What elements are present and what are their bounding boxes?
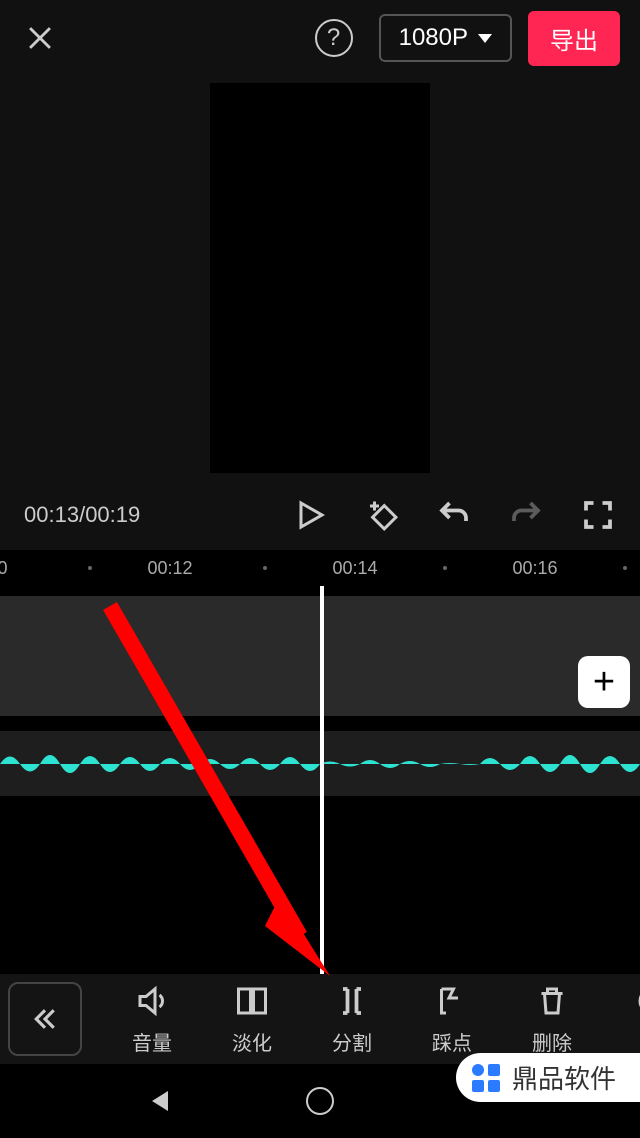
tool-label: 音量 (132, 1027, 172, 1056)
resolution-selector[interactable]: 1080P (379, 14, 512, 62)
watermark-logo-icon (468, 1060, 504, 1096)
delete-icon (534, 983, 570, 1019)
resolution-label: 1080P (399, 24, 468, 52)
help-icon[interactable]: ? (315, 19, 353, 57)
tool-label: 删除 (532, 1027, 572, 1056)
tool-split[interactable]: 分割 (302, 983, 402, 1056)
close-button[interactable] (20, 21, 60, 55)
video-frame (210, 83, 430, 473)
timecode: 00:13/00:19 (24, 502, 140, 528)
timeline-ruler[interactable]: 0:10 00:12 00:14 00:16 (0, 550, 640, 586)
tool-beat[interactable]: 踩点 (402, 983, 502, 1056)
tool-transform[interactable]: 变 (602, 983, 640, 1056)
tool-fade[interactable]: 淡化 (202, 983, 302, 1056)
nav-home[interactable] (240, 1087, 400, 1115)
keyframe-button[interactable] (364, 497, 400, 533)
ruler-mark: 0:10 (0, 558, 8, 579)
tool-label: 淡化 (232, 1027, 272, 1056)
chevron-down-icon (478, 34, 492, 43)
watermark-text: 鼎品软件 (512, 1059, 616, 1096)
timeline[interactable]: + (0, 586, 640, 978)
transform-icon (634, 983, 640, 1019)
export-button[interactable]: 导出 (528, 11, 620, 66)
play-button[interactable] (292, 497, 328, 533)
split-icon (334, 983, 370, 1019)
tool-items: 音量 淡化 分割 踩点 删除 变 (82, 983, 640, 1056)
bottom-toolbar: 音量 淡化 分割 踩点 删除 变 (0, 974, 640, 1064)
ruler-dot (263, 566, 267, 570)
collapse-toolbar-button[interactable] (8, 982, 82, 1056)
undo-button[interactable] (436, 497, 472, 533)
nav-back[interactable] (80, 1091, 240, 1111)
tool-label: 分割 (332, 1027, 372, 1056)
ruler-dot (88, 566, 92, 570)
playhead[interactable] (320, 586, 324, 978)
add-clip-button[interactable]: + (578, 656, 630, 708)
tool-volume[interactable]: 音量 (102, 983, 202, 1056)
fade-icon (234, 983, 270, 1019)
ruler-mark: 00:12 (147, 558, 192, 579)
redo-button[interactable] (508, 497, 544, 533)
volume-icon (134, 983, 170, 1019)
top-bar: ? 1080P 导出 (0, 0, 640, 76)
tool-delete[interactable]: 删除 (502, 983, 602, 1056)
fullscreen-button[interactable] (580, 497, 616, 533)
video-preview[interactable] (0, 76, 640, 480)
ruler-dot (443, 566, 447, 570)
ruler-dot (623, 566, 627, 570)
beat-icon (434, 983, 470, 1019)
playback-controls: 00:13/00:19 (0, 480, 640, 550)
tool-label: 踩点 (432, 1027, 472, 1056)
watermark: 鼎品软件 (456, 1053, 640, 1102)
ruler-mark: 00:16 (512, 558, 557, 579)
ruler-mark: 00:14 (332, 558, 377, 579)
